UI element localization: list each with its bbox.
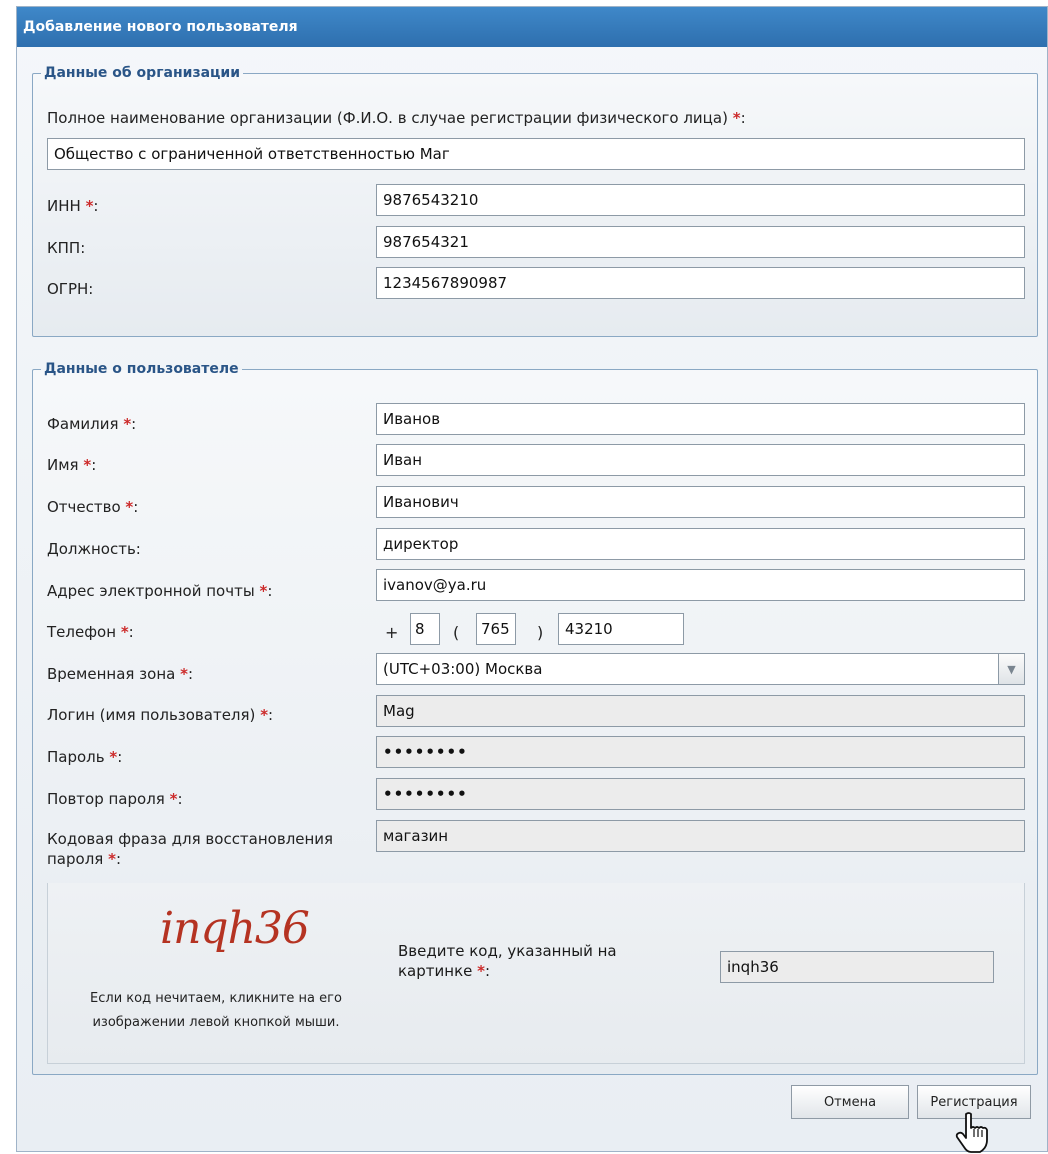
lastname-input[interactable]	[376, 403, 1025, 435]
position-input[interactable]	[376, 528, 1025, 560]
phone-number-input[interactable]	[558, 613, 684, 645]
middlename-input[interactable]	[376, 486, 1025, 518]
captcha-input[interactable]	[720, 951, 994, 983]
kpp-label: КПП:	[47, 239, 86, 257]
phone-close-paren: )	[537, 623, 544, 642]
login-label: Логин (имя пользователя) *:	[47, 706, 274, 724]
inn-label: ИНН *:	[47, 197, 99, 215]
phone-plus: +	[385, 623, 399, 642]
captcha-prompt-label: Введите код, указанный на картинке *:	[398, 942, 617, 980]
org-fullname-input[interactable]	[47, 138, 1025, 170]
lastname-label: Фамилия *:	[47, 415, 137, 433]
password-repeat-input[interactable]: ••••••••	[376, 778, 1025, 810]
phone-open-paren: (	[453, 623, 460, 642]
hand-cursor-icon	[955, 1112, 988, 1153]
timezone-select[interactable]: (UTC+03:00) Москва	[376, 653, 999, 685]
middlename-label: Отчество *:	[47, 498, 139, 516]
registration-dialog: Добавление нового пользователя Данные об…	[16, 6, 1048, 1152]
captcha-hint: Если код нечитаем, кликните на его изобра…	[90, 991, 342, 1030]
recovery-phrase-input[interactable]	[376, 820, 1025, 852]
ogrn-input[interactable]	[376, 267, 1025, 299]
login-input[interactable]	[376, 695, 1025, 727]
firstname-label: Имя *:	[47, 456, 97, 474]
phone-area-code-input[interactable]	[476, 613, 516, 645]
captcha-panel: inqh36 Если код нечитаем, кликните на ег…	[47, 883, 1025, 1064]
org-group-legend: Данные об организации	[44, 65, 241, 81]
firstname-input[interactable]	[376, 444, 1025, 476]
password-input[interactable]: ••••••••	[376, 736, 1025, 768]
position-label: Должность:	[47, 540, 141, 558]
user-group-legend: Данные о пользователе	[44, 361, 239, 377]
chevron-down-icon[interactable]: ▼	[999, 653, 1025, 685]
timezone-label: Временная зона *:	[47, 665, 194, 683]
email-label: Адрес электронной почты *:	[47, 582, 273, 600]
inn-input[interactable]	[376, 184, 1025, 216]
email-input[interactable]	[376, 569, 1025, 601]
org-fullname-label: Полное наименование организации (Ф.И.О. …	[47, 109, 746, 127]
phone-label: Телефон *:	[47, 623, 134, 641]
ogrn-label: ОГРН:	[47, 280, 94, 298]
cancel-button[interactable]: Отмена	[791, 1085, 909, 1119]
dialog-title: Добавление нового пользователя	[17, 7, 1047, 47]
kpp-input[interactable]	[376, 226, 1025, 258]
recovery-phrase-label: Кодовая фраза для восстановления пароля *…	[47, 830, 334, 868]
captcha-image[interactable]: inqh36	[160, 903, 310, 954]
phone-country-code-input[interactable]	[410, 613, 440, 645]
password-repeat-label: Повтор пароля *:	[47, 790, 183, 808]
password-label: Пароль *:	[47, 748, 123, 766]
